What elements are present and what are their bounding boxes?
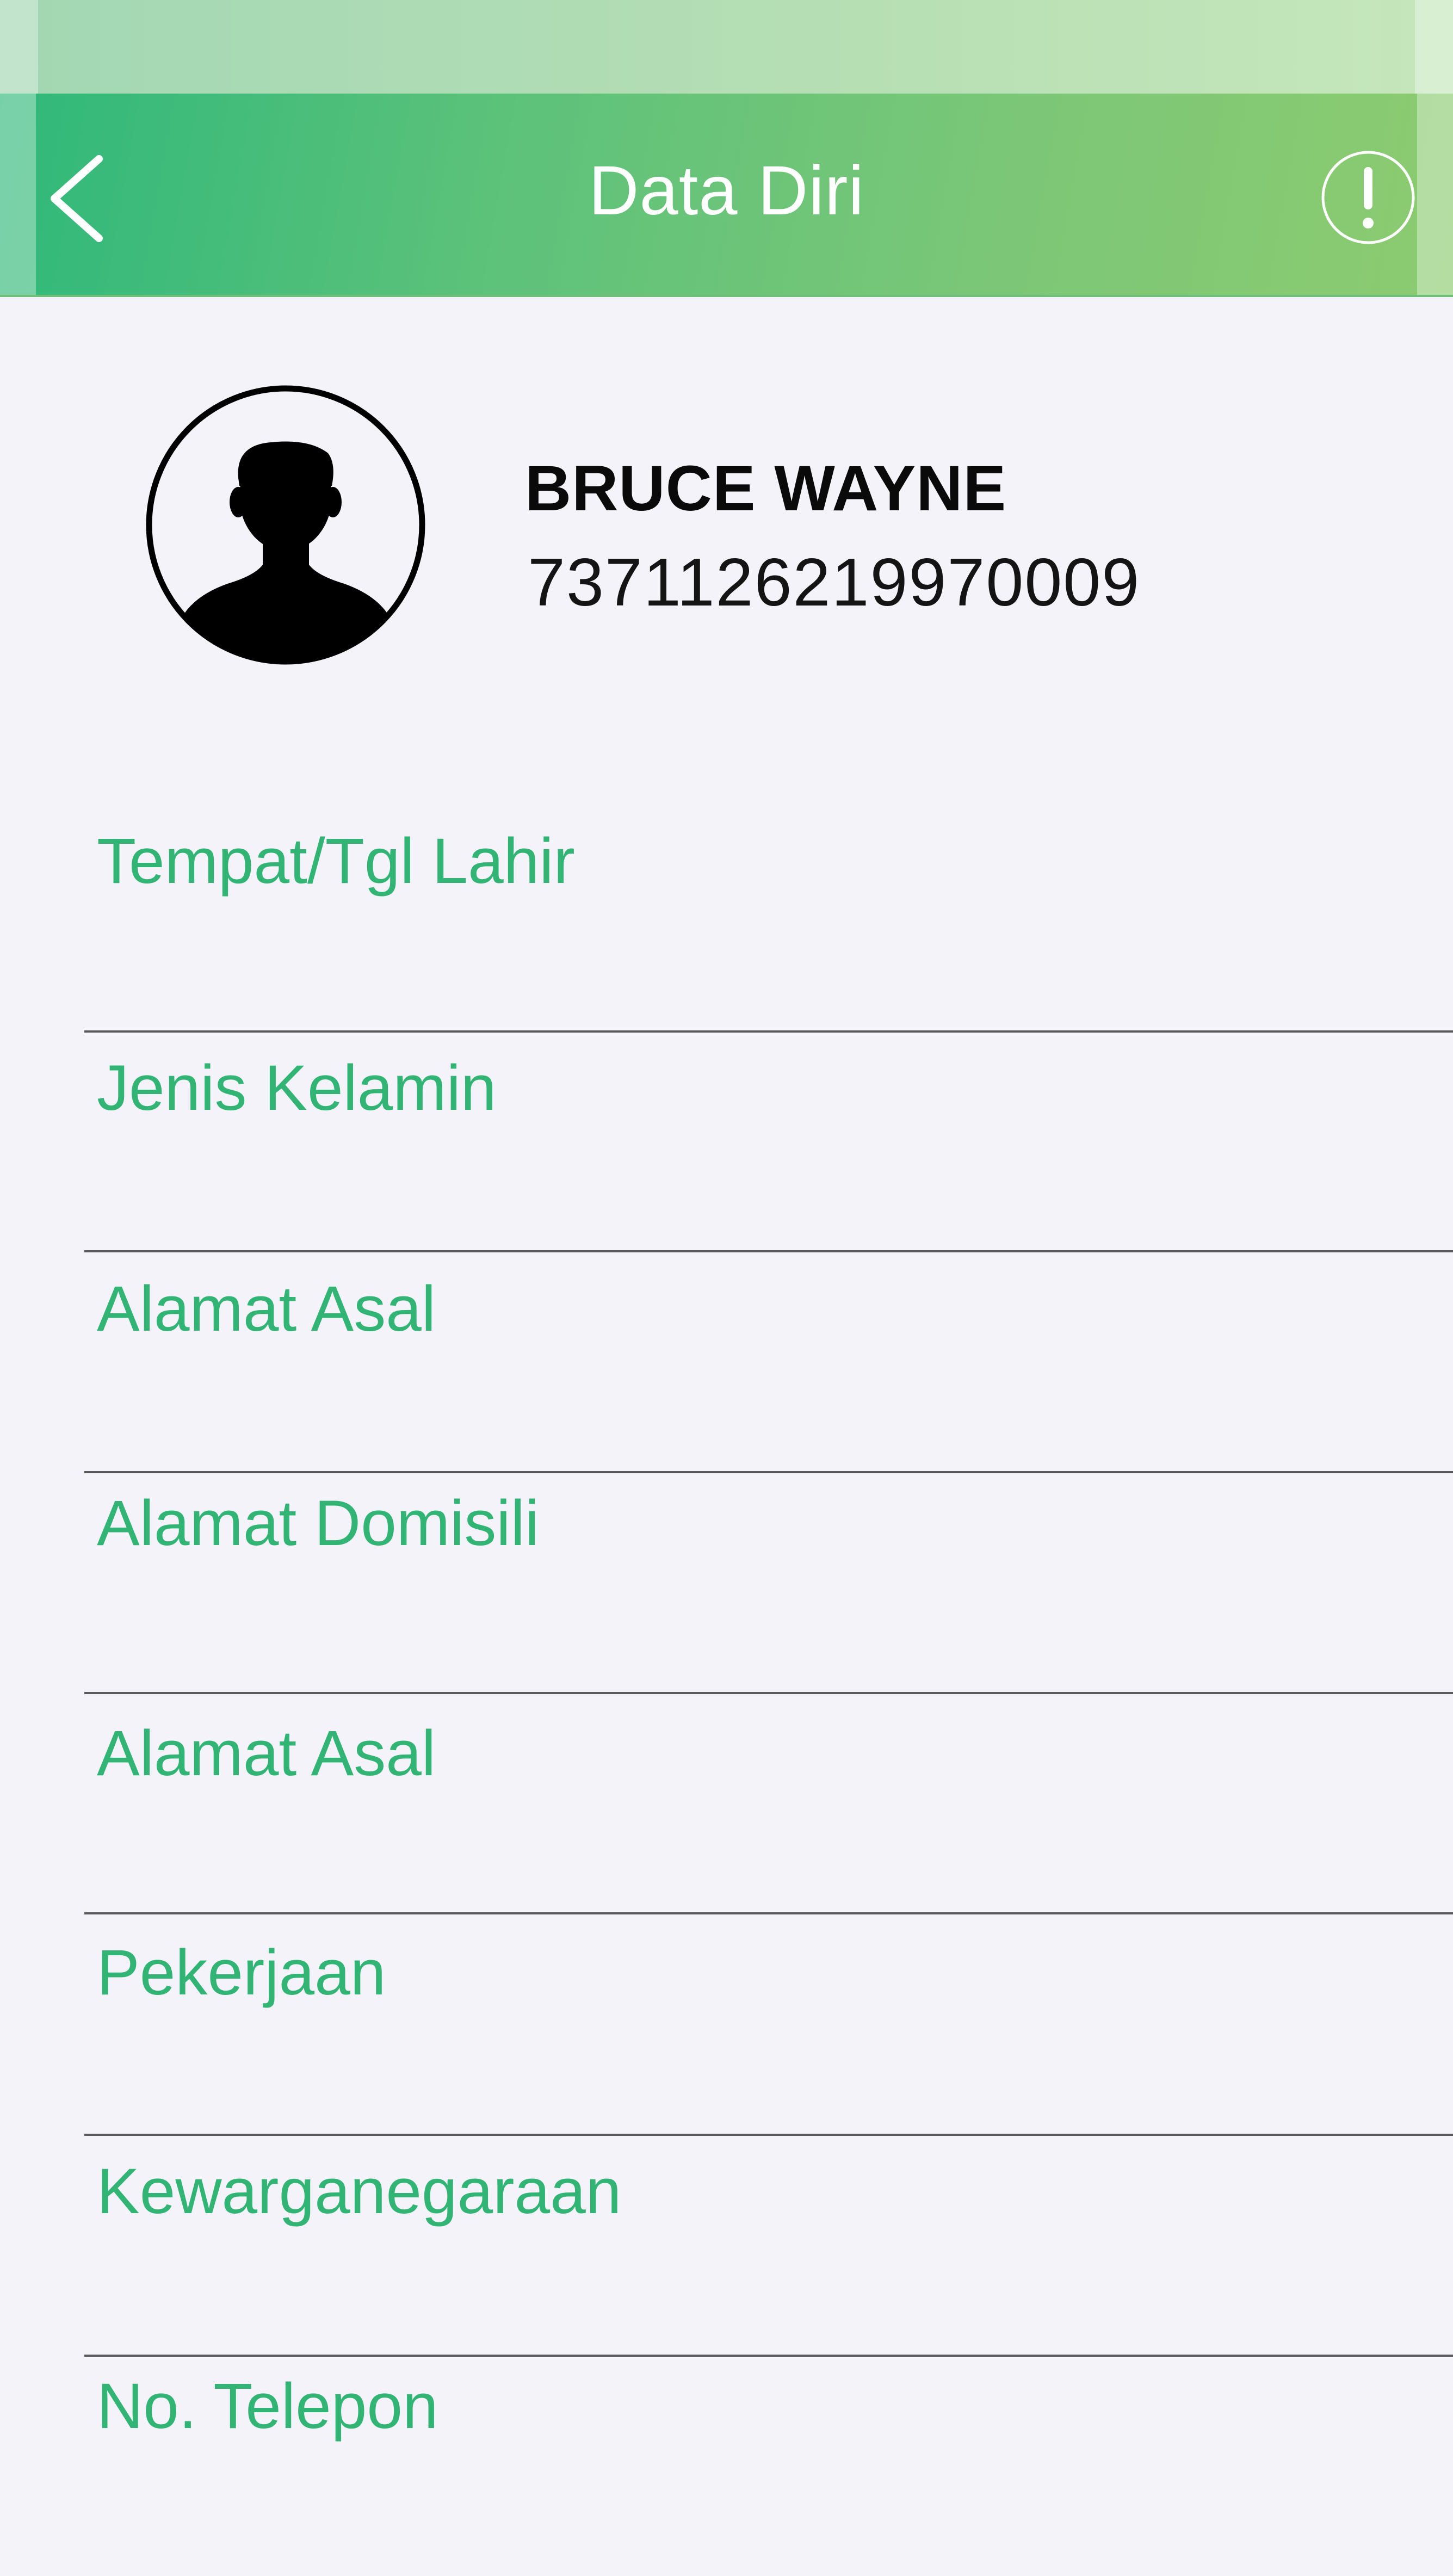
screen: Data Diri BRUCE WAYNE 7371126219970009 T… (0, 0, 1453, 2576)
field-label-birth: Tempat/Tgl Lahir (97, 825, 575, 897)
field-label-origin-address-2: Alamat Asal (97, 1718, 436, 1789)
field-label-occupation: Pekerjaan (97, 1937, 386, 2009)
divider (84, 1692, 1453, 1694)
divider (84, 1030, 1453, 1033)
field-label-origin-address: Alamat Asal (97, 1273, 436, 1345)
field-label-phone: No. Telepon (97, 2370, 438, 2442)
divider (84, 1250, 1453, 1252)
divider (84, 1471, 1453, 1473)
field-label-gender: Jenis Kelamin (97, 1052, 497, 1124)
field-label-citizenship: Kewarganegaraan (97, 2155, 622, 2227)
divider (84, 2134, 1453, 2136)
divider (84, 2355, 1453, 2357)
field-list: Tempat/Tgl Lahir Jenis Kelamin Alamat As… (0, 0, 1453, 2576)
divider (84, 1912, 1453, 1914)
field-label-domicile-address: Alamat Domisili (97, 1487, 540, 1559)
